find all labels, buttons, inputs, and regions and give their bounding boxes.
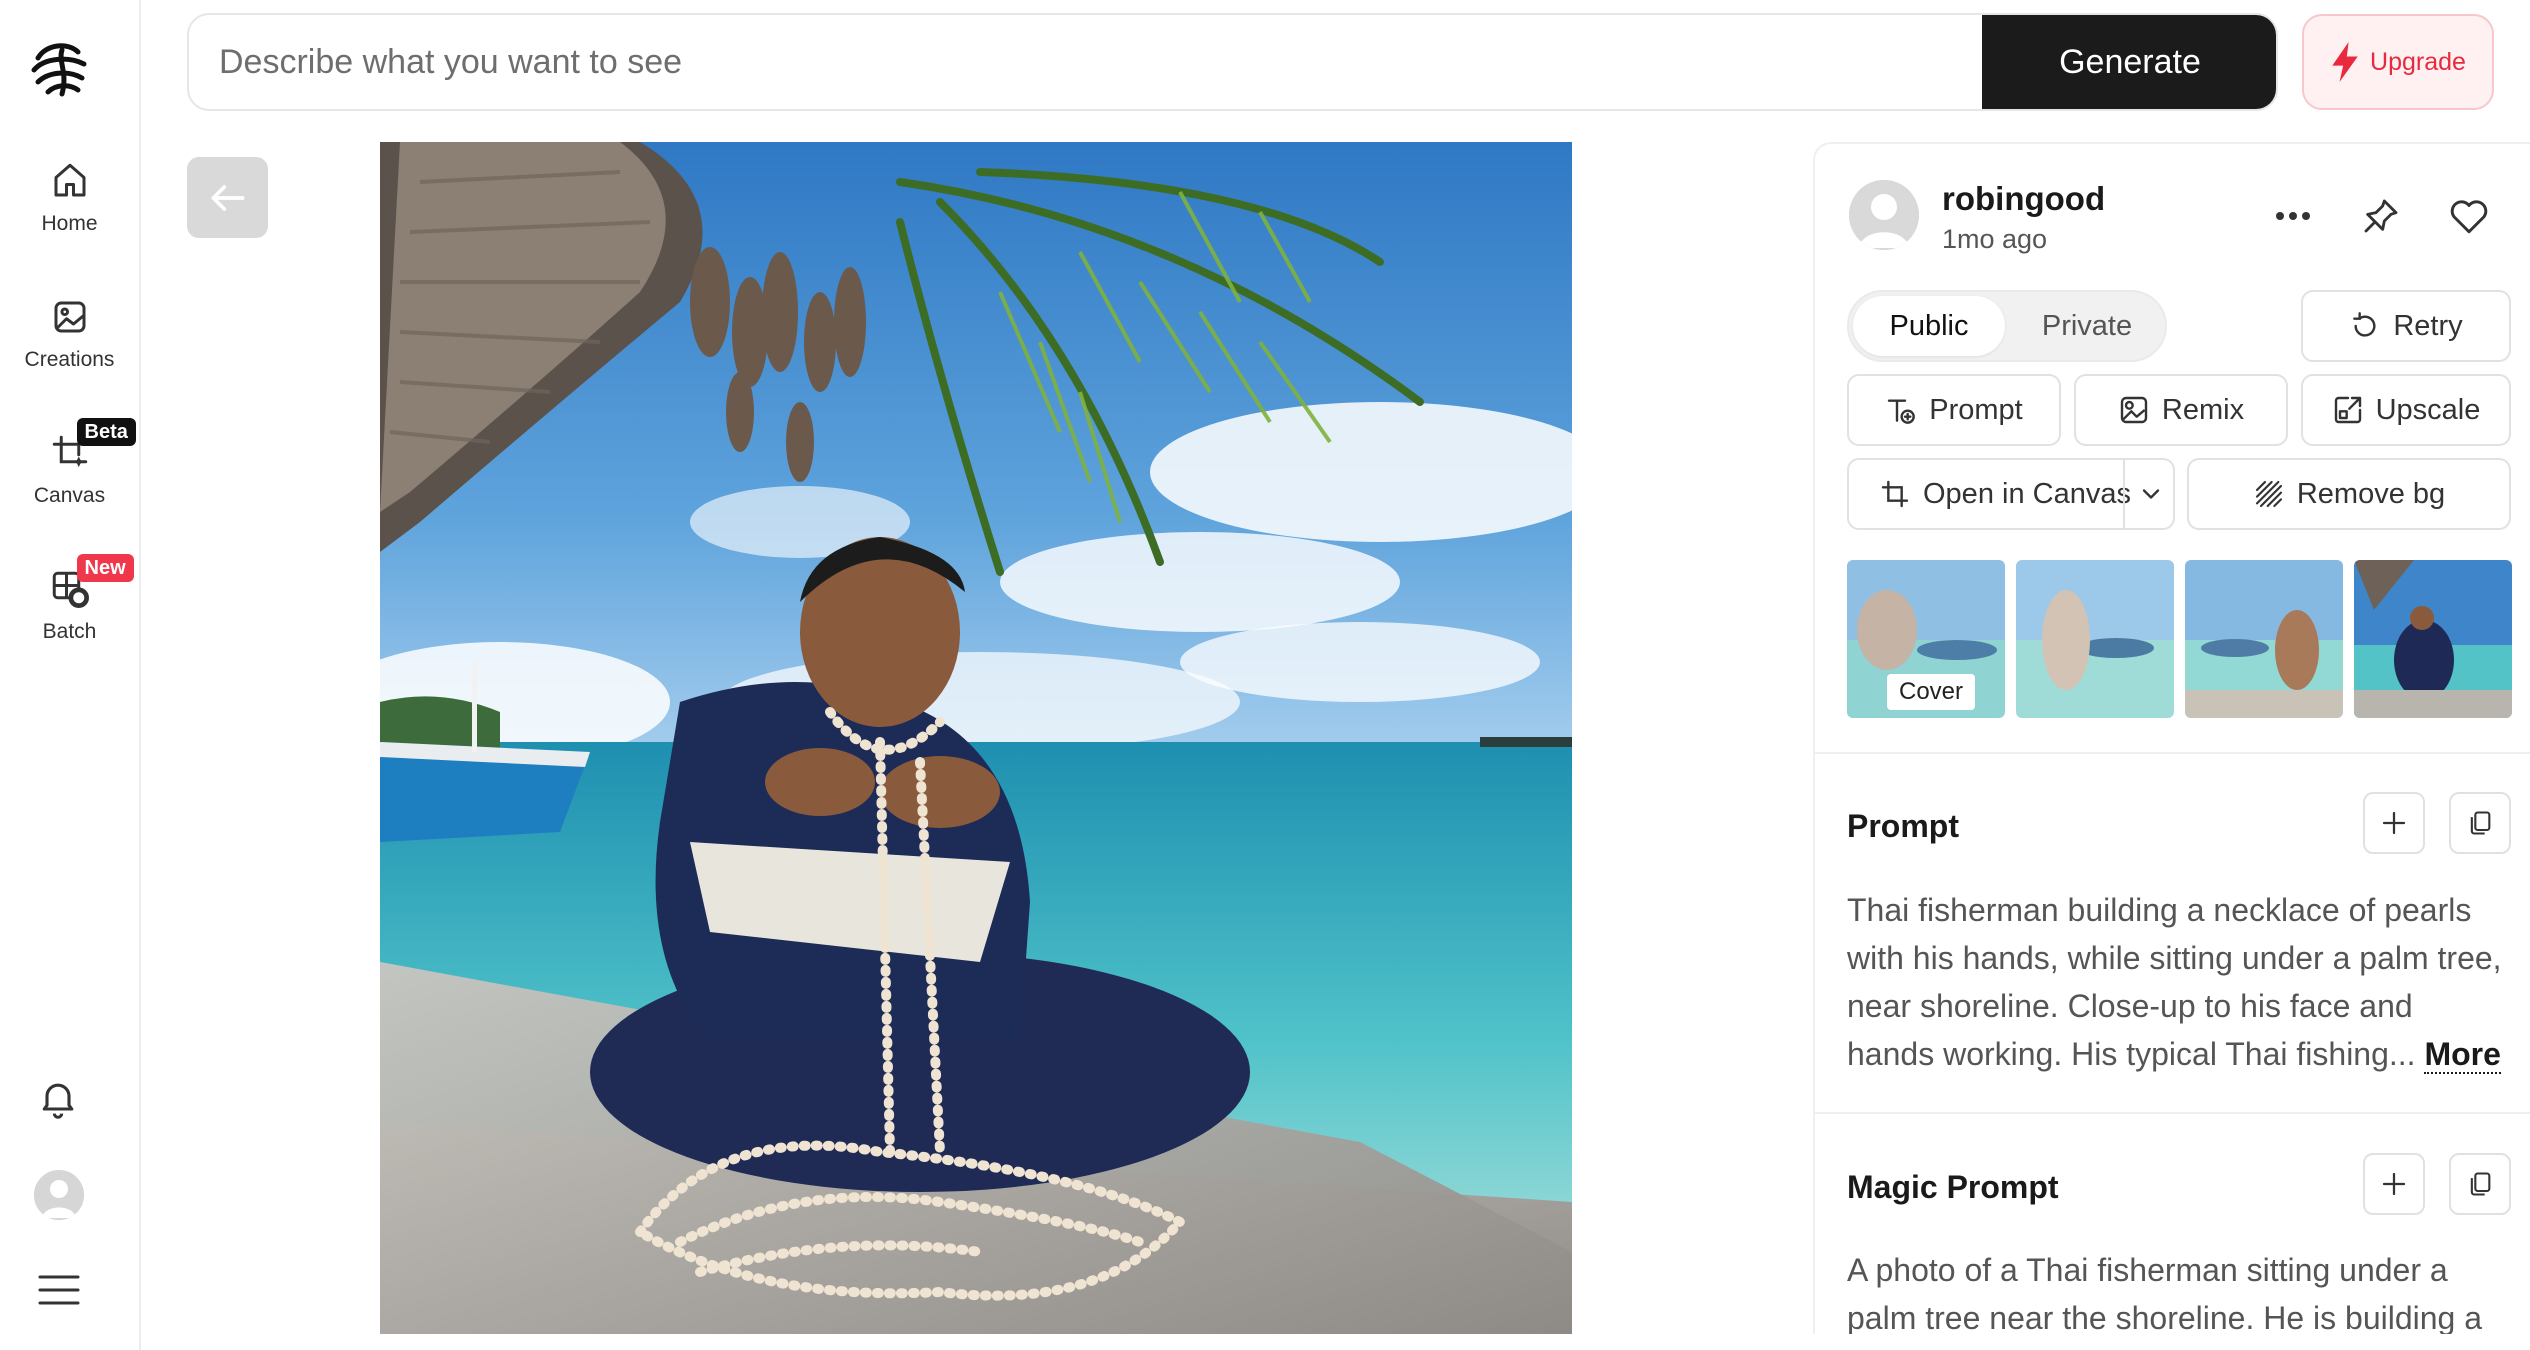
- remix-label: Remix: [2161, 393, 2245, 426]
- retry-button[interactable]: Retry: [2301, 290, 2511, 362]
- magic-prompt-section-title: Magic Prompt: [1847, 1169, 2059, 1205]
- copy-icon: [2470, 811, 2491, 835]
- remix-icon: [2120, 396, 2148, 424]
- sidebar-item-batch[interactable]: New Batch: [0, 554, 139, 644]
- pin-icon[interactable]: [2357, 192, 2405, 240]
- more-options-icon[interactable]: [2269, 192, 2317, 240]
- app-logo-icon[interactable]: [28, 36, 92, 100]
- copy-icon: [2470, 1172, 2491, 1196]
- add-magic-prompt-button[interactable]: [2363, 1153, 2425, 1215]
- section-divider: [1815, 752, 2530, 754]
- chevron-down-icon[interactable]: [2137, 480, 2165, 516]
- prompt-button[interactable]: Prompt: [1847, 374, 2061, 446]
- more-link[interactable]: More: [2424, 1036, 2501, 1074]
- user-avatar[interactable]: [1849, 180, 1919, 250]
- new-badge: New: [76, 554, 134, 582]
- upgrade-label: Upgrade: [2370, 47, 2466, 76]
- batch-icon: New: [49, 554, 134, 610]
- username[interactable]: robingood: [1942, 180, 2105, 218]
- upgrade-button[interactable]: Upgrade: [2302, 14, 2494, 110]
- upscale-button[interactable]: Upscale: [2301, 374, 2511, 446]
- section-divider: [1815, 1112, 2530, 1114]
- upscale-icon: [2334, 396, 2361, 424]
- sidebar-item-label: Creations: [24, 348, 115, 371]
- add-prompt-button[interactable]: [2363, 792, 2425, 854]
- canvas-icon: Beta: [49, 418, 136, 474]
- cover-label: Cover: [1887, 674, 1976, 710]
- remove-bg-label: Remove bg: [2296, 477, 2446, 510]
- home-icon: [49, 160, 91, 202]
- prompt-text: Thai fisherman building a necklace of pe…: [1847, 892, 2502, 1072]
- beta-badge: Beta: [76, 418, 136, 446]
- sidebar-item-canvas[interactable]: Beta Canvas: [0, 418, 139, 508]
- details-panel: robingood 1mo ago Public Private Retry P…: [1813, 142, 2530, 1334]
- magic-prompt-text: A photo of a Thai fisherman sitting unde…: [1847, 1252, 2483, 1334]
- plus-icon: [2382, 811, 2406, 835]
- sidebar-item-label: Home: [41, 212, 98, 235]
- prompt-label: Prompt: [1929, 393, 2023, 426]
- visibility-toggle: Public Private: [1847, 290, 2167, 362]
- remove-bg-button[interactable]: Remove bg: [2187, 458, 2511, 530]
- prompt-input[interactable]: [219, 15, 1959, 109]
- variation-thumbnail-3[interactable]: [2185, 560, 2343, 718]
- prompt-bar: Generate: [187, 13, 2278, 111]
- sidebar: Home Creations Beta Canvas New Batch: [0, 0, 141, 1350]
- sidebar-item-label: Canvas: [33, 484, 106, 507]
- split-divider: [2123, 460, 2125, 528]
- open-in-canvas-label: Open in Canvas: [1923, 477, 2131, 510]
- timestamp: 1mo ago: [1942, 224, 2048, 254]
- remix-button[interactable]: Remix: [2074, 374, 2288, 446]
- back-button[interactable]: [187, 157, 268, 238]
- upscale-label: Upscale: [2375, 393, 2481, 426]
- image-icon: [49, 296, 91, 338]
- generate-button[interactable]: Generate: [1982, 15, 2276, 109]
- prompt-text-block: Thai fisherman building a necklace of pe…: [1847, 886, 2507, 1078]
- generated-image[interactable]: [380, 142, 1572, 1334]
- avatar[interactable]: [34, 1170, 84, 1220]
- variation-thumbnail-4[interactable]: [2354, 560, 2512, 718]
- remove-background-icon: [2255, 480, 2282, 508]
- variation-thumbnail-2[interactable]: [2016, 560, 2174, 718]
- open-in-canvas-button[interactable]: Open in Canvas: [1847, 458, 2175, 530]
- heart-icon[interactable]: [2445, 192, 2493, 240]
- visibility-public-option[interactable]: Public: [1853, 296, 2005, 356]
- variation-thumbnail-1[interactable]: Cover: [1847, 560, 2005, 718]
- plus-icon: [2382, 1172, 2406, 1196]
- copy-prompt-button[interactable]: [2449, 792, 2511, 854]
- text-plus-icon: [1888, 399, 1916, 424]
- visibility-private-option[interactable]: Private: [2011, 296, 2163, 356]
- notifications-bell-icon[interactable]: [36, 1076, 80, 1120]
- sidebar-item-creations[interactable]: Creations: [0, 296, 139, 372]
- retry-icon: [2353, 312, 2376, 337]
- prompt-section-title: Prompt: [1847, 808, 1959, 844]
- lightning-icon: [2332, 42, 2358, 82]
- sidebar-item-label: Batch: [42, 620, 97, 643]
- menu-icon[interactable]: [38, 1274, 80, 1306]
- arrow-left-icon: [211, 184, 244, 211]
- canvas-crop-icon: [1881, 480, 1909, 508]
- copy-magic-prompt-button[interactable]: [2449, 1153, 2511, 1215]
- sidebar-item-home[interactable]: Home: [0, 160, 139, 236]
- retry-label: Retry: [2393, 309, 2463, 342]
